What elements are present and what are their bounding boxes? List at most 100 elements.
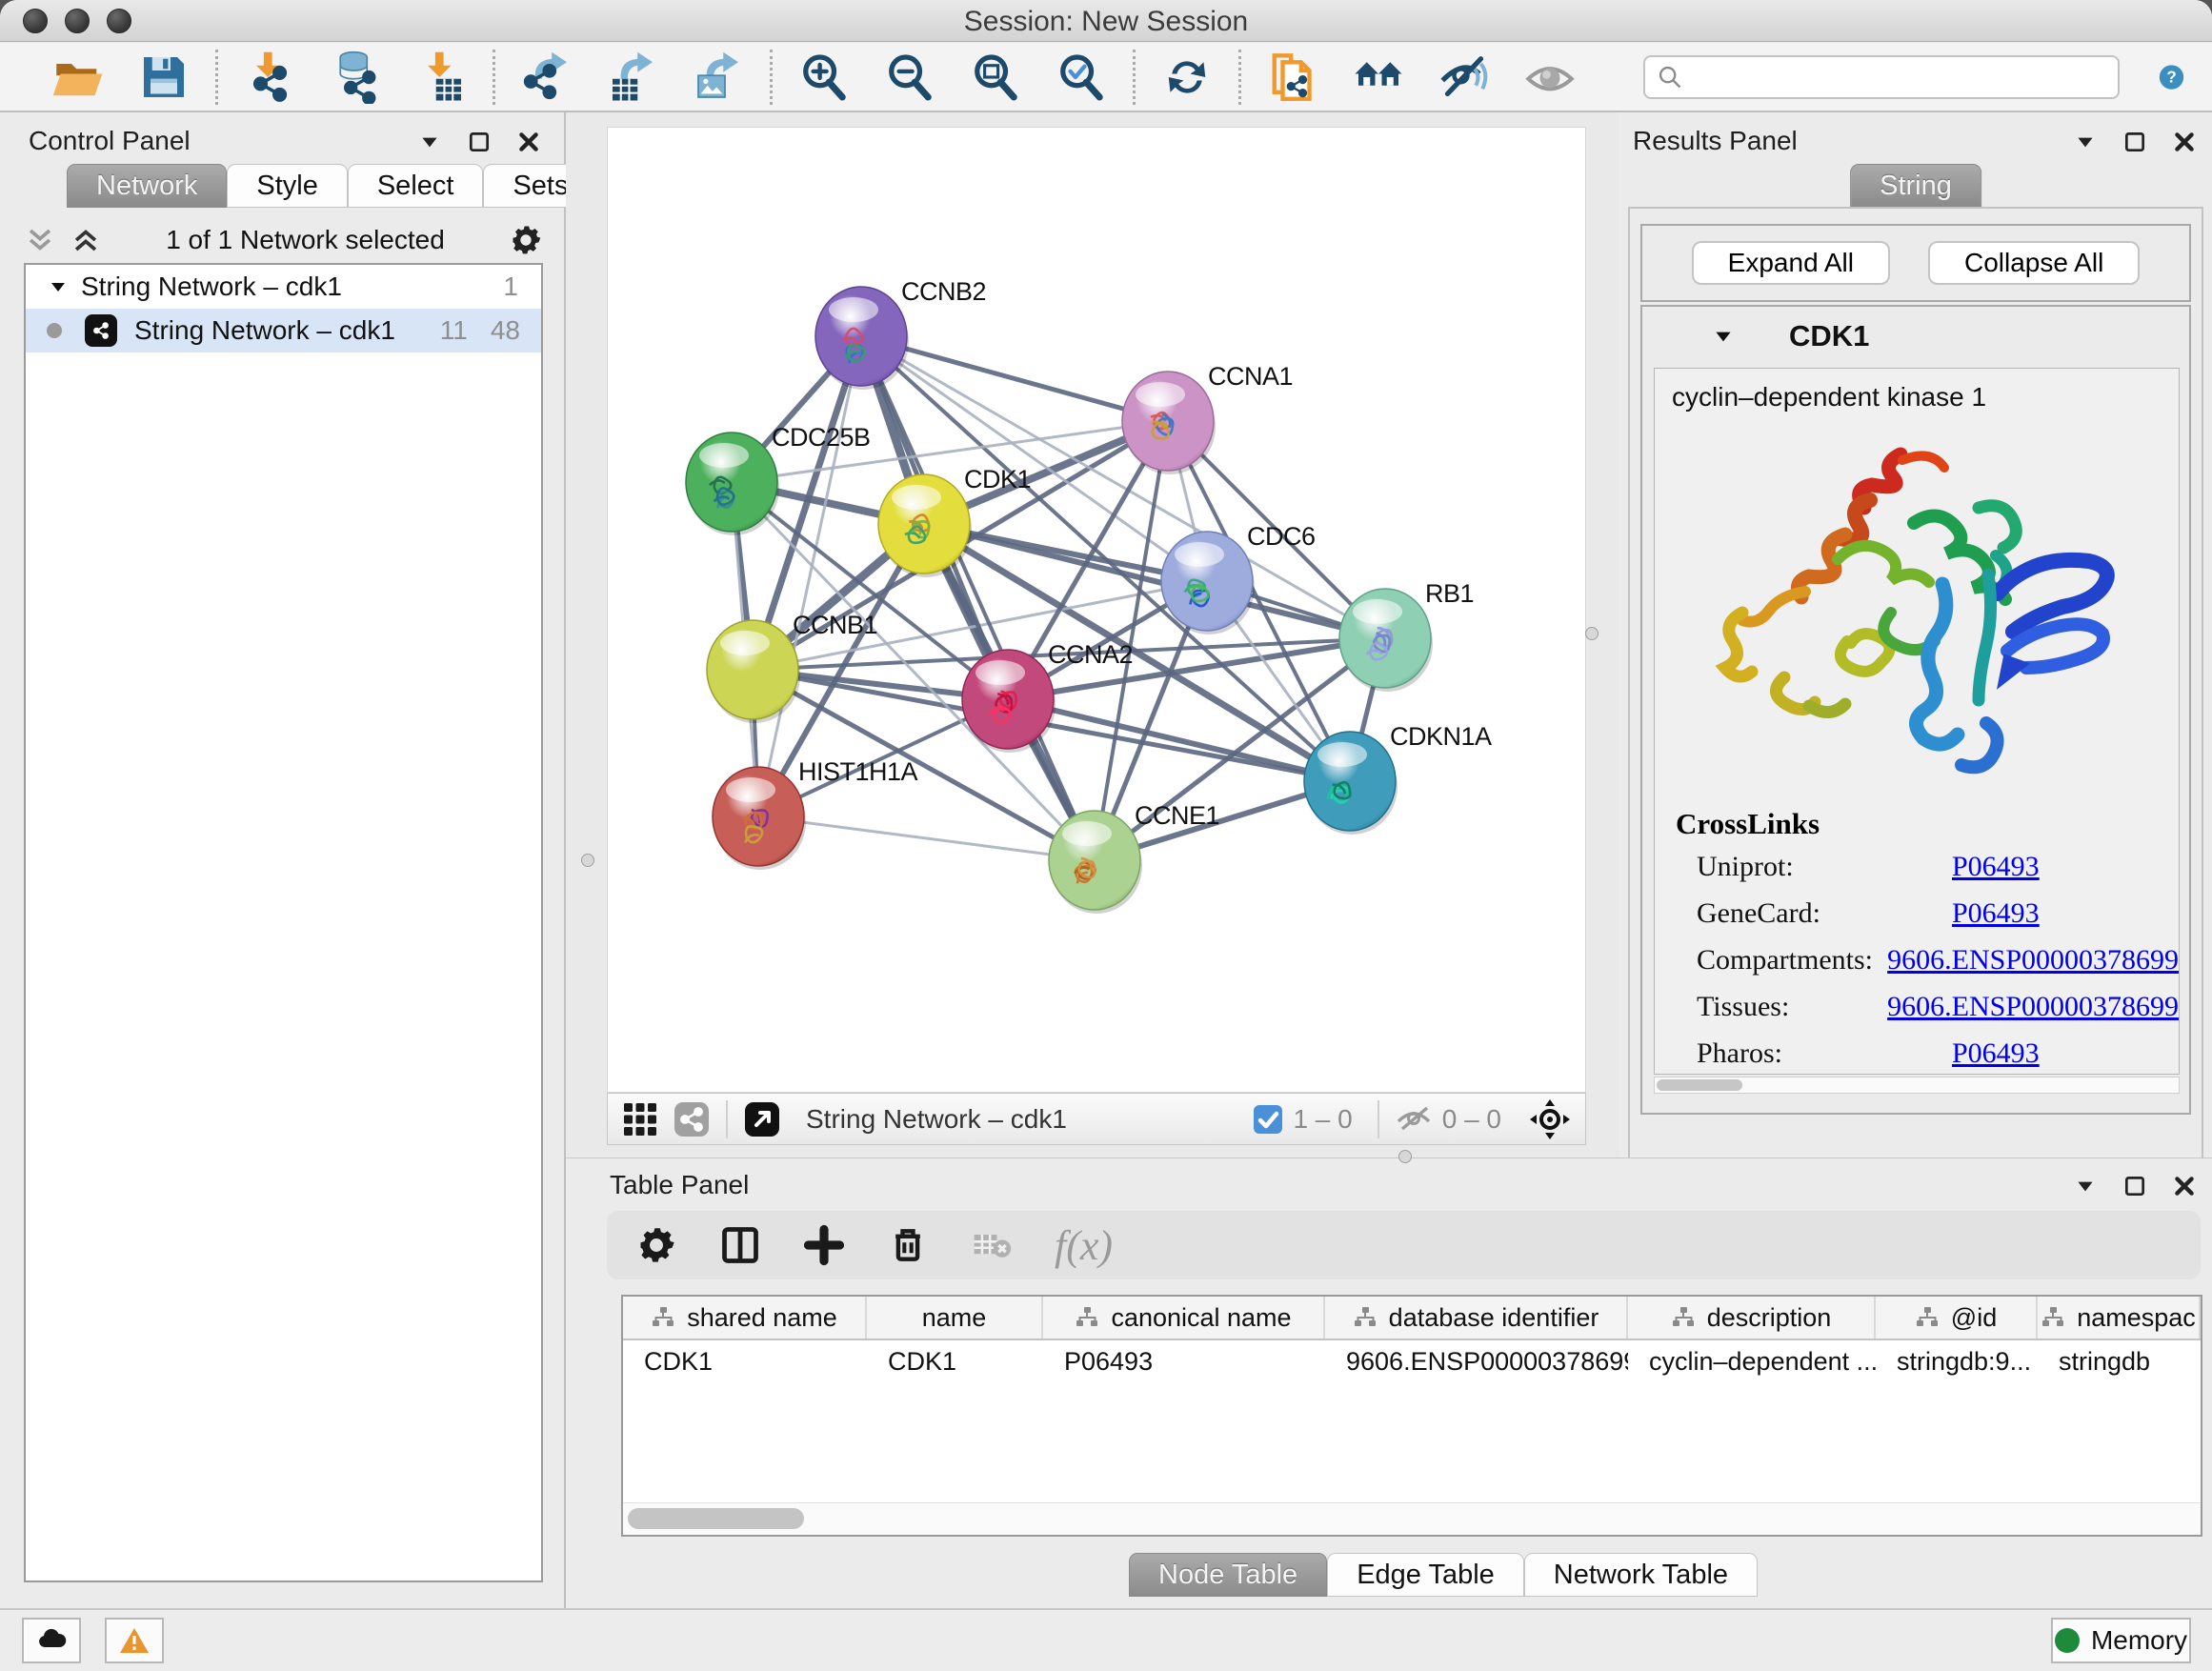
zoom-selected-icon[interactable] <box>1055 50 1108 104</box>
column-header-name[interactable]: name <box>867 1297 1043 1339</box>
network-node-hist1h1a[interactable] <box>711 766 806 867</box>
column-header-database-identifier[interactable]: database identifier <box>1325 1297 1628 1339</box>
network-node-cdkn1a[interactable] <box>1302 731 1398 832</box>
tab-string[interactable]: String <box>1850 164 1981 208</box>
column-header-shared-name[interactable]: shared name <box>623 1297 867 1339</box>
expand-all-icon[interactable] <box>70 224 102 256</box>
zoom-in-icon[interactable] <box>797 50 851 104</box>
network-row-selected[interactable]: String Network – cdk1 11 48 <box>26 309 541 352</box>
column-header--id[interactable]: @id <box>1876 1297 2038 1339</box>
zoom-fit-icon[interactable] <box>969 50 1022 104</box>
tab-edge-table[interactable]: Edge Table <box>1327 1553 1524 1597</box>
memory-button[interactable]: Memory <box>2051 1618 2191 1663</box>
search-box[interactable] <box>1643 55 2120 99</box>
tab-style[interactable]: Style <box>227 164 347 208</box>
float-panel-icon[interactable] <box>467 130 492 154</box>
tab-network[interactable]: Network <box>67 164 227 208</box>
refresh-icon[interactable] <box>1160 50 1214 104</box>
warnings-button[interactable] <box>105 1618 164 1663</box>
table-cell[interactable]: CDK1 <box>623 1340 867 1382</box>
right-splitter-handle[interactable] <box>1585 627 1599 640</box>
export-network-icon[interactable] <box>520 50 573 104</box>
network-share-icon[interactable] <box>673 1100 711 1138</box>
network-node-ccnb2[interactable] <box>814 286 909 387</box>
export-image-icon[interactable] <box>692 50 745 104</box>
gene-section-header[interactable]: CDK1 <box>1642 307 2189 366</box>
function-builder-icon[interactable]: f(x) <box>1055 1221 1113 1270</box>
left-splitter-handle[interactable] <box>581 854 594 867</box>
network-node-rb1[interactable] <box>1337 588 1433 689</box>
open-folder-icon[interactable] <box>51 50 105 104</box>
collapse-all-icon[interactable] <box>24 224 56 256</box>
network-collection-row[interactable]: String Network – cdk1 1 <box>26 265 541 309</box>
column-header-description[interactable]: description <box>1628 1297 1876 1339</box>
bottom-splitter-handle[interactable] <box>1398 1150 1412 1163</box>
collapse-panel-icon[interactable] <box>417 130 442 154</box>
table-cell[interactable]: 9606.ENSP00000378699 <box>1325 1340 1628 1382</box>
tab-node-table[interactable]: Node Table <box>1129 1553 1327 1597</box>
table-cell[interactable]: stringdb:9... <box>1876 1340 2038 1382</box>
crosslink-link[interactable]: P06493 <box>1952 897 2040 930</box>
table-settings-gear-icon[interactable] <box>635 1224 677 1266</box>
column-header-namespac[interactable]: namespac <box>2038 1297 2201 1339</box>
results-panel-title: Results Panel <box>1633 126 1798 156</box>
gear-icon[interactable] <box>509 223 543 257</box>
close-panel-icon[interactable] <box>2172 1174 2197 1198</box>
network-node-ccne1[interactable] <box>1047 810 1142 911</box>
hidden-eye-icon[interactable] <box>1395 1100 1433 1138</box>
table-row[interactable]: CDK1CDK1P064939606.ENSP00000378699cyclin… <box>623 1340 2201 1382</box>
float-panel-icon[interactable] <box>2122 130 2147 154</box>
show-eye-icon[interactable] <box>1523 50 1577 104</box>
table-horizontal-scrollbar[interactable] <box>623 1502 2201 1535</box>
table-cell[interactable]: cyclin–dependent ... <box>1628 1340 1876 1382</box>
collapse-panel-icon[interactable] <box>2073 130 2098 154</box>
results-horizontal-scrollbar[interactable] <box>1654 1077 2180 1094</box>
table-panel: Table Panel f(x) shared nam <box>566 1158 2212 1608</box>
network-node-cdk1[interactable] <box>876 473 972 574</box>
fit-content-crosshair-icon[interactable] <box>1528 1097 1572 1141</box>
table-cell[interactable]: stringdb <box>2038 1340 2201 1382</box>
document-share-icon[interactable] <box>1266 50 1319 104</box>
cloud-status-button[interactable] <box>22 1618 81 1663</box>
crosslink-link[interactable]: 9606.ENSP00000378699 <box>1887 991 2179 1023</box>
import-table-icon[interactable] <box>414 50 468 104</box>
network-node-cdc25b[interactable] <box>684 432 779 533</box>
help-icon[interactable]: ? <box>2158 50 2185 104</box>
crosslink-link[interactable]: P06493 <box>1952 1037 2040 1070</box>
zoom-out-icon[interactable] <box>883 50 936 104</box>
save-icon[interactable] <box>137 50 191 104</box>
network-canvas[interactable]: CCNB2 CCNA1 CDC25B C <box>607 127 1586 1093</box>
column-header-canonical-name[interactable]: canonical name <box>1043 1297 1325 1339</box>
table-cell[interactable]: CDK1 <box>867 1340 1043 1382</box>
export-table-icon[interactable] <box>606 50 659 104</box>
delete-table-icon[interactable] <box>971 1224 1013 1266</box>
import-database-icon[interactable] <box>329 50 382 104</box>
birdseye-grid-icon[interactable] <box>621 1100 659 1138</box>
add-column-icon[interactable] <box>803 1224 845 1266</box>
expand-all-button[interactable]: Expand All <box>1692 241 1890 285</box>
close-panel-icon[interactable] <box>2172 130 2197 154</box>
crosslink-link[interactable]: P06493 <box>1952 851 2040 883</box>
show-columns-icon[interactable] <box>719 1224 761 1266</box>
open-in-window-icon[interactable] <box>743 1100 781 1138</box>
network-node-ccnb1[interactable] <box>705 619 800 720</box>
network-node-ccna1[interactable] <box>1120 371 1216 472</box>
tab-network-table[interactable]: Network Table <box>1524 1553 1758 1597</box>
section-collapse-icon[interactable] <box>1711 324 1736 349</box>
selected-checkbox-icon[interactable] <box>1253 1104 1283 1135</box>
hide-selected-icon[interactable] <box>1438 50 1491 104</box>
collapse-all-button[interactable]: Collapse All <box>1928 241 2140 285</box>
search-input[interactable] <box>1691 62 2106 91</box>
collapse-panel-icon[interactable] <box>2073 1174 2098 1198</box>
crosslink-link[interactable]: 9606.ENSP00000378699 <box>1887 944 2179 976</box>
home-neighbors-icon[interactable] <box>1352 50 1405 104</box>
import-network-icon[interactable] <box>243 50 296 104</box>
tab-select[interactable]: Select <box>348 164 484 208</box>
network-node-cdc6[interactable] <box>1159 531 1255 632</box>
network-node-ccna2[interactable] <box>960 649 1056 750</box>
delete-column-trash-icon[interactable] <box>887 1224 929 1266</box>
close-panel-icon[interactable] <box>516 130 541 154</box>
float-panel-icon[interactable] <box>2122 1174 2147 1198</box>
tree-expand-icon[interactable] <box>47 275 70 298</box>
table-cell[interactable]: P06493 <box>1043 1340 1325 1382</box>
